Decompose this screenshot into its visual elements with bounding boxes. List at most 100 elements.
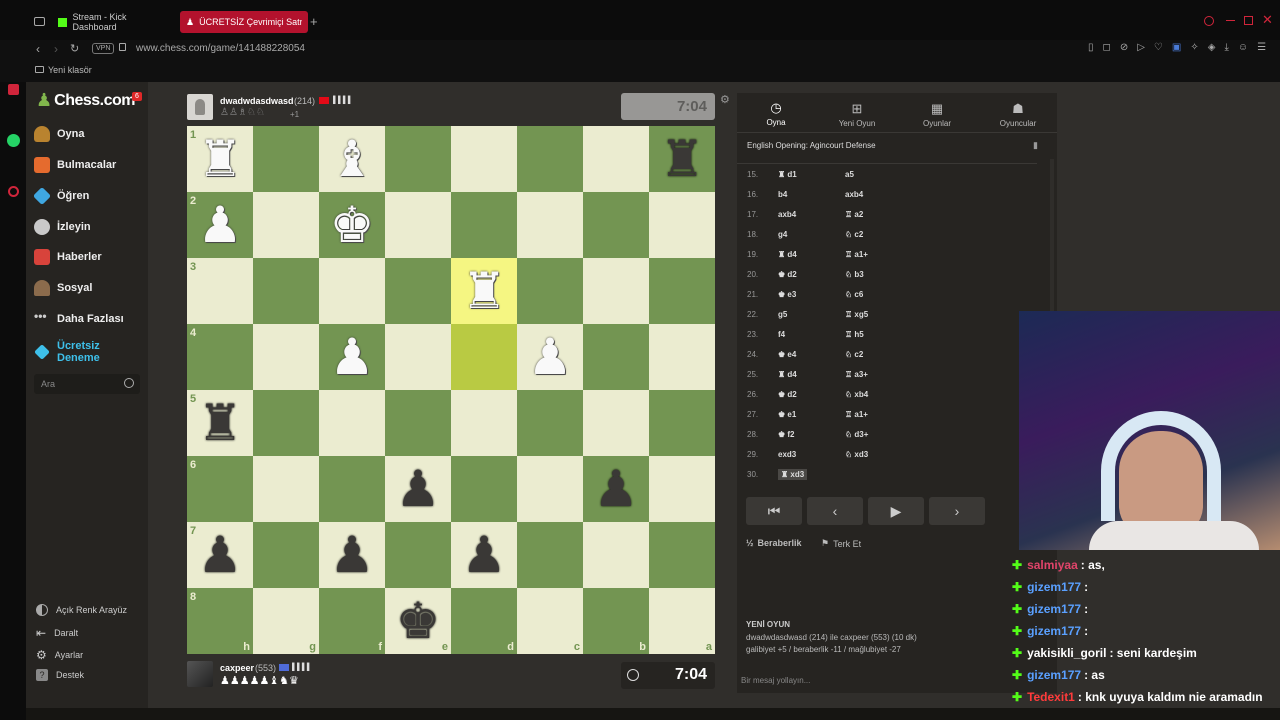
board-square[interactable]: [253, 456, 319, 522]
board-square[interactable]: g: [253, 588, 319, 654]
board-square[interactable]: [583, 192, 649, 258]
board-settings-gear-icon[interactable]: ⚙: [720, 93, 730, 106]
tab-kick-dashboard[interactable]: Stream - Kick Dashboard: [52, 11, 174, 33]
board-square[interactable]: ♜: [649, 126, 715, 192]
board-square[interactable]: [517, 258, 583, 324]
board-square[interactable]: [517, 390, 583, 456]
nav-bulmacalar[interactable]: Bulmacalar: [34, 157, 116, 173]
white-move[interactable]: ♜ xd3: [778, 469, 808, 480]
white-move[interactable]: ♚ d2: [778, 390, 797, 399]
nav-oyna[interactable]: Oyna: [34, 126, 85, 142]
tab-chess[interactable]: ♟ ÜCRETSİZ Çevrimiçi Satra: [180, 11, 308, 33]
white-pawn-icon[interactable]: ♟: [330, 332, 375, 382]
board-square[interactable]: [649, 258, 715, 324]
white-move[interactable]: ♚ e4: [778, 350, 796, 359]
board-square[interactable]: [583, 390, 649, 456]
board-square[interactable]: 1 ♜: [187, 126, 253, 192]
board-square[interactable]: f: [319, 588, 385, 654]
chat-username[interactable]: gizem177: [1027, 602, 1081, 616]
footer-light-theme[interactable]: Açık Renk Arayüz: [36, 604, 127, 616]
heart-icon[interactable]: ♡: [1154, 42, 1163, 53]
white-move[interactable]: g5: [778, 310, 787, 319]
extension-icon[interactable]: ✧: [1190, 42, 1198, 53]
board-square[interactable]: [253, 258, 319, 324]
board-square[interactable]: [649, 456, 715, 522]
board-square[interactable]: [253, 192, 319, 258]
white-move[interactable]: axb4: [778, 210, 796, 219]
maximize-button[interactable]: [1244, 16, 1253, 25]
tab-oyunlar[interactable]: ▦ Oyunlar: [907, 101, 967, 128]
board-square[interactable]: [385, 126, 451, 192]
board-square[interactable]: [385, 324, 451, 390]
white-king-icon[interactable]: ♚: [330, 200, 375, 250]
black-pawn-icon[interactable]: ♟: [396, 464, 441, 514]
chat-username[interactable]: gizem177: [1027, 624, 1081, 638]
board-square[interactable]: [451, 192, 517, 258]
board-square[interactable]: [517, 192, 583, 258]
black-move[interactable]: ♘ b3: [845, 270, 864, 279]
back-icon[interactable]: ‹: [36, 42, 40, 56]
chat-input[interactable]: Bir mesaj yollayın...: [741, 676, 810, 685]
nav-sosyal[interactable]: Sosyal: [34, 280, 92, 296]
board-square[interactable]: [319, 456, 385, 522]
black-move[interactable]: ♘ d3+: [845, 430, 868, 439]
board-square[interactable]: 8h: [187, 588, 253, 654]
white-move[interactable]: f4: [778, 330, 785, 339]
black-move[interactable]: ♘ c6: [845, 290, 863, 299]
board-square[interactable]: ♟: [451, 522, 517, 588]
draw-button[interactable]: ½ Beraberlik: [746, 538, 802, 548]
board-square[interactable]: 4: [187, 324, 253, 390]
white-bishop-icon[interactable]: ♝: [330, 134, 375, 184]
board-square[interactable]: [649, 192, 715, 258]
black-pawn-icon[interactable]: ♟: [330, 530, 375, 580]
board-square[interactable]: [253, 324, 319, 390]
board-square[interactable]: 5 ♜: [187, 390, 253, 456]
board-square[interactable]: [517, 522, 583, 588]
move-list[interactable]: 15. ♜ d1 a5 16. b4 axb4 17. axb4 ♖ a2 18. g4 ♘ c2 19…: [737, 163, 1037, 485]
white-pawn-icon[interactable]: ♟: [198, 200, 243, 250]
board-square[interactable]: [253, 390, 319, 456]
board-square[interactable]: ♝: [319, 126, 385, 192]
black-rook-icon[interactable]: ♜: [660, 134, 705, 184]
download-icon[interactable]: ⤓: [1224, 42, 1228, 53]
footer-settings[interactable]: ⚙ Ayarlar: [36, 648, 83, 662]
avatar[interactable]: [187, 94, 213, 120]
nav-ogren[interactable]: Öğren: [32, 186, 89, 206]
board-square[interactable]: [253, 126, 319, 192]
black-king-icon[interactable]: ♚: [396, 596, 441, 646]
black-move[interactable]: ♖ a1+: [845, 250, 868, 259]
white-move[interactable]: b4: [778, 190, 787, 199]
black-move[interactable]: ♖ h5: [845, 330, 864, 339]
black-move[interactable]: ♘ xd3: [845, 450, 868, 459]
white-move[interactable]: g4: [778, 230, 787, 239]
board-square[interactable]: [517, 456, 583, 522]
board-square[interactable]: [583, 126, 649, 192]
nav-izleyin[interactable]: İzleyin: [34, 219, 91, 235]
black-move[interactable]: a5: [845, 170, 854, 179]
board-square[interactable]: [385, 258, 451, 324]
adblock-icon[interactable]: ⊘: [1120, 42, 1128, 53]
white-move[interactable]: ♜ d4: [778, 370, 797, 379]
tab-oyuncular[interactable]: ☗ Oyuncular: [988, 101, 1048, 128]
nav-daha-fazlasi[interactable]: ••• Daha Fazlası: [34, 310, 124, 327]
black-move[interactable]: ♖ xg5: [845, 310, 868, 319]
black-move[interactable]: ♖ a1+: [845, 410, 868, 419]
white-rook-icon[interactable]: ♜: [462, 266, 507, 316]
play-moves-button[interactable]: ▶: [868, 497, 924, 525]
board-square[interactable]: [649, 522, 715, 588]
new-tab-button[interactable]: +: [310, 14, 318, 29]
board-square[interactable]: e ♚: [385, 588, 451, 654]
black-move[interactable]: ♖ a2: [845, 210, 863, 219]
board-square[interactable]: [583, 522, 649, 588]
search-icon[interactable]: [124, 378, 134, 388]
board-square[interactable]: [583, 258, 649, 324]
board-square[interactable]: ♜: [451, 258, 517, 324]
top-player-name[interactable]: dwadwdasdwasd: [220, 96, 294, 106]
board-square[interactable]: [451, 390, 517, 456]
board-square[interactable]: ♟: [583, 456, 649, 522]
search-input[interactable]: Ara: [41, 379, 55, 389]
search-box[interactable]: Ara: [34, 374, 140, 394]
tab-yeni-oyun[interactable]: ⊞ Yeni Oyun: [827, 101, 887, 128]
menu-icon[interactable]: ☰: [1257, 42, 1266, 53]
board-square[interactable]: ♟: [319, 522, 385, 588]
